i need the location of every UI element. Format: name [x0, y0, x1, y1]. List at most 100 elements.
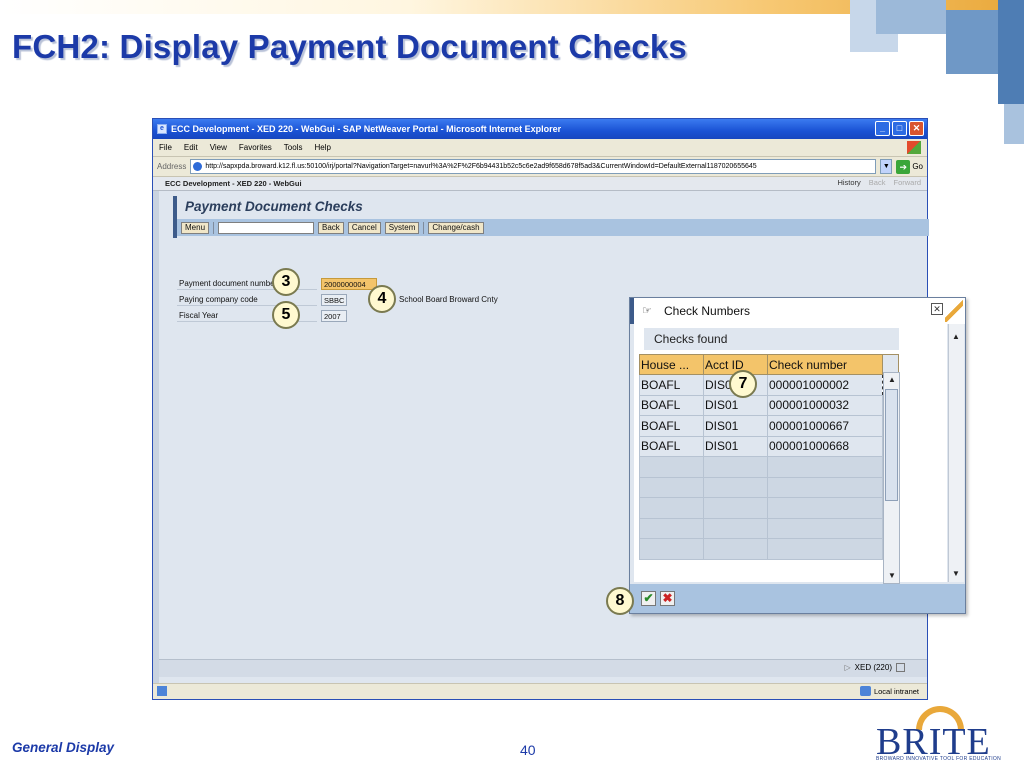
maximize-icon[interactable]: □	[892, 121, 907, 136]
check-cell[interactable]: 000001000668	[767, 435, 883, 457]
table-scrollbar[interactable]: ▲ ▼	[883, 372, 900, 584]
deco-block	[876, 0, 946, 34]
address-input[interactable]: http://sapxpda.broward.k12.fl.us:50100/i…	[190, 159, 877, 174]
section-label: Checks found	[644, 328, 899, 350]
menu-view[interactable]: View	[210, 143, 227, 152]
minimize-icon[interactable]: _	[875, 121, 890, 136]
sap-status-bar: ▷ XED (220)	[159, 659, 927, 677]
address-label: Address	[157, 162, 187, 171]
empty-row	[639, 538, 899, 560]
dialog-scrollbar[interactable]: ▲ ▼	[948, 324, 964, 582]
go-button[interactable]: ➔ Go	[896, 159, 923, 174]
scroll-thumb[interactable]	[885, 389, 898, 501]
checks-table: House ... Acct ID Check number BOAFL DIS…	[639, 354, 899, 560]
decor-stripe	[945, 300, 963, 322]
menu-edit[interactable]: Edit	[184, 143, 198, 152]
column-header-check[interactable]: Check number	[767, 354, 883, 375]
chevron-down-icon[interactable]: ▼	[880, 159, 893, 174]
callout-8: 8	[606, 587, 634, 615]
menu-help[interactable]: Help	[314, 143, 330, 152]
close-icon[interactable]: ✕	[909, 121, 924, 136]
browser-statusbar: Local intranet	[153, 683, 927, 699]
check-cell[interactable]: 000001000002	[767, 374, 883, 396]
empty-row	[639, 517, 899, 539]
brite-logo: BRITE BROWARD INNOVATIVE TOOL FOR EDUCAT…	[876, 706, 1016, 764]
history-button[interactable]: History	[837, 178, 860, 187]
table-row[interactable]: BOAFL DIS01 000001000002	[639, 374, 899, 396]
table-row[interactable]: BOAFL DIS01 000001000667	[639, 415, 899, 437]
table-row[interactable]: BOAFL DIS01 000001000032	[639, 394, 899, 416]
close-icon[interactable]: ✕	[931, 303, 943, 315]
house-cell[interactable]: BOAFL	[639, 415, 704, 437]
check-cell[interactable]: 000001000032	[767, 394, 883, 416]
address-bar: Address http://sapxpda.broward.k12.fl.us…	[153, 157, 927, 177]
footer-section-label: General Display	[12, 740, 115, 755]
browser-title: ECC Development - XED 220 - WebGui - SAP…	[171, 124, 562, 134]
fiscal-year-field[interactable]: 2007	[321, 310, 347, 322]
address-url: http://sapxpda.broward.k12.fl.us:50100/i…	[205, 163, 757, 170]
acct-cell[interactable]: DIS01	[703, 435, 768, 457]
menu-tools[interactable]: Tools	[284, 143, 303, 152]
menu-button[interactable]: Menu	[181, 221, 210, 234]
company-name: School Board Broward Cnty	[399, 295, 498, 304]
triangle-right-icon[interactable]: ▷	[844, 663, 850, 672]
security-zone: Local intranet	[859, 686, 919, 696]
system-button[interactable]: System	[384, 221, 420, 234]
callout-7: 7	[729, 370, 757, 398]
acct-cell[interactable]: DIS01	[703, 394, 768, 416]
empty-row	[639, 497, 899, 519]
go-label: Go	[912, 162, 923, 171]
page-icon	[193, 162, 203, 171]
deco-block	[998, 0, 1024, 104]
scroll-up-icon[interactable]: ▲	[952, 332, 960, 341]
house-cell[interactable]: BOAFL	[639, 394, 704, 416]
menu-favorites[interactable]: Favorites	[239, 143, 272, 152]
page-status-icon	[157, 686, 167, 696]
intranet-icon	[859, 686, 871, 696]
sys-menu-icon[interactable]	[896, 663, 905, 672]
slide-title: FCH2: Display Payment Document Checks	[12, 28, 687, 65]
dialog-icon: ☞	[642, 305, 652, 317]
sap-screen-header: Payment Document Checks Menu Back Cancel…	[173, 196, 929, 238]
scroll-down-icon[interactable]: ▼	[887, 571, 897, 581]
house-cell[interactable]: BOAFL	[639, 374, 704, 396]
table-row[interactable]: BOAFL DIS01 000001000668	[639, 435, 899, 457]
page-number: 40	[520, 742, 536, 758]
change-cash-button[interactable]: Change/cash	[428, 221, 484, 234]
dialog-footer: ✔ ✖	[630, 584, 965, 613]
windows-logo-icon	[907, 141, 921, 154]
company-code-field[interactable]: SBBC	[321, 294, 347, 306]
confirm-check-icon[interactable]: ✔	[641, 591, 656, 606]
screen-title: Payment Document Checks	[185, 199, 363, 214]
cancel-button[interactable]: Cancel	[347, 221, 381, 234]
browser-titlebar: e ECC Development - XED 220 - WebGui - S…	[153, 119, 927, 139]
portal-nav: History Back Forward	[837, 178, 921, 187]
left-rail	[153, 191, 159, 683]
check-numbers-dialog: ☞ Check Numbers ✕ Checks found House ...…	[629, 297, 966, 614]
forward-nav-button[interactable]: Forward	[893, 178, 921, 187]
back-nav-button[interactable]: Back	[869, 178, 886, 187]
toolbar-separator	[213, 221, 215, 234]
toolbar-separator	[423, 221, 425, 234]
check-cell[interactable]: 000001000667	[767, 415, 883, 437]
browser-menubar: File Edit View Favorites Tools Help	[153, 139, 927, 157]
dialog-body: Checks found House ... Acct ID Check num…	[634, 324, 947, 584]
menu-file[interactable]: File	[159, 143, 172, 152]
callout-5: 5	[272, 301, 300, 329]
house-cell[interactable]: BOAFL	[639, 435, 704, 457]
portal-header: ECC Development - XED 220 - WebGui Histo…	[153, 177, 927, 191]
acct-cell[interactable]: DIS01	[703, 415, 768, 437]
scroll-down-icon[interactable]: ▼	[952, 569, 960, 578]
cancel-x-icon[interactable]: ✖	[660, 591, 675, 606]
back-button[interactable]: Back	[318, 221, 344, 234]
callout-3: 3	[272, 268, 300, 296]
deco-block	[1004, 104, 1024, 144]
command-field[interactable]	[218, 221, 315, 234]
column-header-house[interactable]: House ...	[639, 354, 704, 375]
payment-document-field[interactable]: 2000000004	[321, 278, 377, 290]
deco-block	[946, 10, 998, 74]
field-label: Paying company code	[177, 294, 317, 306]
scroll-up-icon[interactable]: ▲	[887, 375, 897, 385]
portal-title: ECC Development - XED 220 - WebGui	[165, 179, 302, 188]
dialog-titlebar: ☞ Check Numbers ✕	[630, 298, 965, 324]
